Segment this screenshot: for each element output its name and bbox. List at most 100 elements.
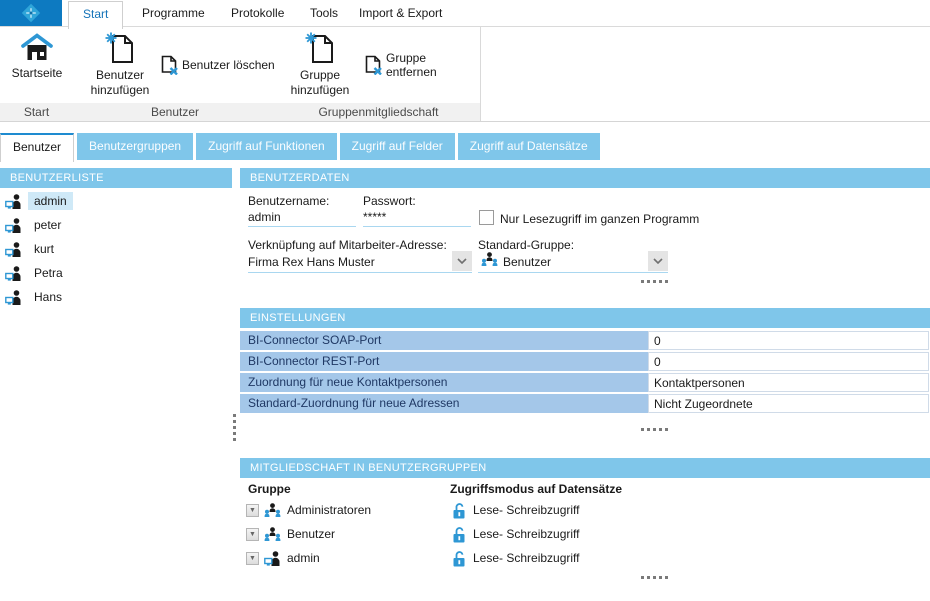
panel-splitter-grip[interactable] [233, 414, 236, 441]
list-item-peter[interactable]: peter [5, 215, 67, 235]
benutzer-loeschen-button[interactable]: Benutzer löschen [161, 55, 275, 75]
list-item-kurt[interactable]: kurt [5, 239, 60, 259]
user-list-header: BENUTZERLISTE [0, 168, 232, 188]
add-document-icon [305, 32, 335, 65]
membership-access-benutzer[interactable]: Lese- Schreibzugriff [452, 524, 580, 544]
username-underline [248, 226, 356, 227]
membership-row-admin[interactable]: ▼ admin [246, 548, 320, 568]
unlock-icon [452, 526, 466, 543]
group-icon [264, 527, 281, 542]
app-logo-button[interactable] [0, 0, 62, 26]
chevron-down-icon [457, 258, 467, 264]
add-document-icon [105, 32, 135, 65]
tab-zugriff-felder[interactable]: Zugriff auf Felder [340, 133, 455, 160]
password-underline [363, 226, 471, 227]
settings-header: EINSTELLUNGEN [240, 308, 930, 328]
delete-document-icon [161, 55, 178, 75]
tab-benutzer[interactable]: Benutzer [0, 133, 74, 162]
default-group-label: Standard-Gruppe: [478, 238, 574, 252]
row-expand-dropdown-icon[interactable]: ▼ [246, 504, 259, 517]
menu-tab-tools[interactable]: Tools [296, 0, 352, 26]
username-label: Benutzername: [248, 194, 329, 208]
membership-row-administratoren[interactable]: ▼ Administratoren [246, 500, 371, 520]
membership-access-admin[interactable]: Lese- Schreibzugriff [452, 548, 580, 568]
ribbon-group-label-benutzer: Benutzer [73, 103, 277, 121]
list-item-admin[interactable]: admin [5, 191, 73, 211]
ribbon-group-label-start: Start [0, 103, 73, 121]
list-item-petra[interactable]: Petra [5, 263, 69, 283]
employee-link-select-value[interactable]: Firma Rex Hans Muster [248, 255, 375, 269]
startseite-button[interactable]: Startseite [7, 33, 67, 81]
group-icon [264, 503, 281, 518]
list-item-label: kurt [28, 240, 60, 258]
settings-row-value[interactable]: 0 [648, 352, 929, 371]
user-icon [5, 242, 22, 257]
tab-zugriff-funktionen[interactable]: Zugriff auf Funktionen [196, 133, 337, 160]
settings-row-label: BI-Connector SOAP-Port [240, 331, 648, 350]
list-item-label: Hans [28, 288, 68, 306]
menu-tab-protokolle[interactable]: Protokolle [217, 0, 298, 26]
menu-tab-programme[interactable]: Programme [128, 0, 219, 26]
membership-group-name: Benutzer [287, 527, 335, 541]
user-icon [5, 290, 22, 305]
membership-row-benutzer[interactable]: ▼ Benutzer [246, 524, 335, 544]
membership-access-mode: Lese- Schreibzugriff [473, 551, 580, 565]
default-group-dropdown-button[interactable] [648, 251, 668, 271]
user-icon [5, 194, 22, 209]
gruppe-entfernen-button[interactable]: Gruppe entfernen [365, 55, 480, 75]
password-label: Passwort: [363, 194, 416, 208]
menu-tab-import-export[interactable]: Import & Export [345, 0, 456, 26]
default-group-underline [478, 272, 668, 273]
tab-zugriff-datensaetze[interactable]: Zugriff auf Datensätze [458, 133, 600, 160]
row-expand-dropdown-icon[interactable]: ▼ [246, 528, 259, 541]
gruppe-hinzufuegen-label: Gruppe hinzufügen [289, 68, 351, 98]
employee-link-underline [248, 272, 472, 273]
membership-col-zugriffsmodus: Zugriffsmodus auf Datensätze [450, 482, 622, 496]
employee-link-dropdown-button[interactable] [452, 251, 472, 271]
membership-group-name: admin [287, 551, 320, 565]
home-icon [21, 33, 53, 63]
list-item-label: Petra [28, 264, 69, 282]
membership-access-mode: Lese- Schreibzugriff [473, 503, 580, 517]
unlock-icon [452, 550, 466, 567]
settings-row-value[interactable]: Nicht Zugeordnete [648, 394, 929, 413]
readonly-checkbox[interactable] [479, 210, 494, 225]
ribbon-group-start: Startseite Start [0, 27, 74, 121]
ribbon-group-benutzer: Benutzer hinzufügen Benutzer löschen Ben… [73, 27, 278, 121]
settings-row-value[interactable]: Kontaktpersonen [648, 373, 929, 392]
row-expand-dropdown-icon[interactable]: ▼ [246, 552, 259, 565]
membership-group-name: Administratoren [287, 503, 371, 517]
list-item-label: peter [28, 216, 67, 234]
membership-col-gruppe: Gruppe [248, 482, 291, 496]
benutzer-loeschen-label: Benutzer löschen [182, 58, 275, 72]
membership-header: MITGLIEDSCHAFT IN BENUTZERGRUPPEN [240, 458, 930, 478]
menu-bar: Start Programme Protokolle Tools Import … [0, 0, 930, 27]
user-data-header: BENUTZERDATEN [240, 168, 930, 188]
tab-benutzergruppen[interactable]: Benutzergruppen [77, 133, 193, 160]
gruppe-hinzufuegen-button[interactable]: Gruppe hinzufügen [289, 32, 351, 98]
list-item-hans[interactable]: Hans [5, 287, 68, 307]
default-group-select-value[interactable]: Benutzer [503, 255, 551, 269]
membership-access-administratoren[interactable]: Lese- Schreibzugriff [452, 500, 580, 520]
password-input[interactable]: ***** [363, 210, 386, 224]
benutzer-hinzufuegen-label: Benutzer hinzufügen [87, 68, 153, 98]
user-icon [5, 266, 22, 281]
employee-link-label: Verknüpfung auf Mitarbeiter-Adresse: [248, 238, 447, 252]
settings-row-value[interactable]: 0 [648, 331, 929, 350]
menu-tab-start[interactable]: Start [68, 1, 123, 29]
settings-row-label: Zuordnung für neue Kontaktpersonen [240, 373, 648, 392]
ribbon: Startseite Start Benutzer hinzufügen [0, 27, 930, 122]
readonly-checkbox-label: Nur Lesezugriff im ganzen Programm [500, 212, 699, 226]
delete-document-icon [365, 55, 382, 75]
gruppe-entfernen-label: Gruppe entfernen [386, 51, 480, 79]
username-input[interactable]: admin [248, 210, 281, 224]
settings-resize-grip[interactable] [641, 428, 668, 431]
chevron-down-icon [653, 258, 663, 264]
membership-resize-grip[interactable] [641, 576, 668, 579]
benutzer-hinzufuegen-button[interactable]: Benutzer hinzufügen [87, 32, 153, 98]
list-item-label: admin [28, 192, 73, 210]
membership-access-mode: Lese- Schreibzugriff [473, 527, 580, 541]
userdata-resize-grip[interactable] [641, 280, 668, 283]
startseite-label: Startseite [12, 66, 63, 81]
user-icon [264, 551, 281, 566]
